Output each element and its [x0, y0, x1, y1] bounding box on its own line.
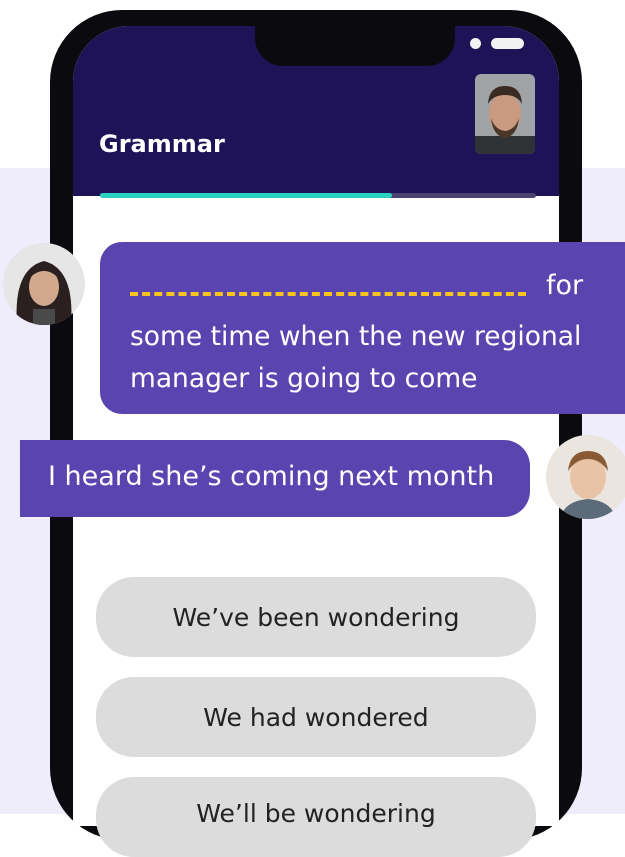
answer-option-2[interactable]: We had wondered: [96, 677, 536, 757]
prompt-text: some time when the new regional manager …: [130, 321, 582, 394]
lesson-progress-fill: [100, 193, 393, 198]
tutor-avatar[interactable]: [475, 74, 535, 154]
reply-text: I heard she’s coming next month: [48, 461, 495, 492]
reply-message-bubble: I heard she’s coming next month: [20, 440, 530, 517]
lesson-title: Grammar: [99, 130, 225, 158]
front-camera: [470, 38, 481, 49]
speaker-avatar-man: [546, 435, 625, 519]
speaker-avatar-woman: [3, 243, 85, 325]
answer-option-3[interactable]: We’ll be wondering: [96, 777, 536, 857]
prompt-blank-word: for: [546, 270, 584, 301]
answer-blank: [130, 292, 526, 296]
phone-notch: [255, 26, 524, 66]
earpiece-speaker: [491, 38, 524, 49]
prompt-message-bubble: for some time when the new regional mana…: [100, 242, 625, 414]
answer-option-1[interactable]: We’ve been wondering: [96, 577, 536, 657]
lesson-progress-bar: [100, 193, 536, 198]
